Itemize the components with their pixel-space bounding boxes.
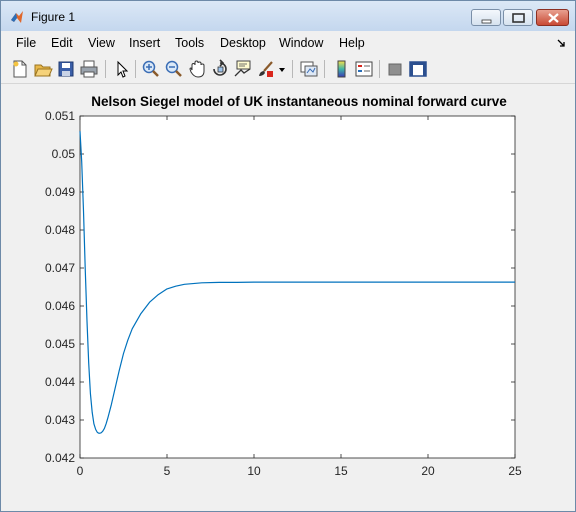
rotate-3d-icon[interactable] <box>210 59 230 79</box>
show-plot-tools-icon[interactable] <box>408 59 428 79</box>
menu-edit[interactable]: Edit <box>51 36 73 50</box>
pan-hand-icon[interactable] <box>187 59 207 79</box>
menu-tools[interactable]: Tools <box>175 36 204 50</box>
x-tick-label: 15 <box>334 464 348 478</box>
menu-insert[interactable]: Insert <box>129 36 160 50</box>
open-file-icon[interactable] <box>33 59 53 79</box>
toolbar-separator <box>292 60 293 78</box>
toolbar-separator <box>135 60 136 78</box>
x-tick-label: 20 <box>421 464 435 478</box>
menu-desktop[interactable]: Desktop <box>220 36 266 50</box>
close-button[interactable] <box>536 9 569 26</box>
y-tick-label: 0.043 <box>45 413 75 427</box>
print-icon[interactable] <box>79 59 99 79</box>
brush-dropdown-icon[interactable] <box>277 59 287 79</box>
minimize-button[interactable] <box>471 9 501 26</box>
zoom-in-icon[interactable] <box>141 59 161 79</box>
y-tick-label: 0.049 <box>45 185 75 199</box>
y-tick-label: 0.05 <box>52 147 76 161</box>
brush-icon[interactable] <box>256 59 276 79</box>
edit-plot-arrow-icon[interactable] <box>112 59 132 79</box>
menu-bar: File Edit View Insert Tools Desktop Wind… <box>1 32 575 54</box>
menu-window[interactable]: Window <box>279 36 323 50</box>
matlab-icon <box>10 10 24 24</box>
x-tick-label: 25 <box>508 464 522 478</box>
new-figure-icon[interactable] <box>10 59 30 79</box>
window-title: Figure 1 <box>31 10 76 24</box>
y-tick-label: 0.046 <box>45 299 75 313</box>
y-tick-label: 0.044 <box>45 375 75 389</box>
line-chart[interactable]: 0 5 10 15 20 25 0.042 0.043 0.044 0.045 0.046 0.047… <box>2 85 574 510</box>
maximize-button[interactable] <box>503 9 533 26</box>
y-tick-label: 0.045 <box>45 337 75 351</box>
y-tick-label: 0.047 <box>45 261 75 275</box>
title-bar[interactable]: Figure 1 <box>1 1 575 31</box>
x-tick-label: 5 <box>164 464 171 478</box>
menu-file[interactable]: File <box>16 36 36 50</box>
data-cursor-icon[interactable] <box>233 59 253 79</box>
y-tick-label: 0.042 <box>45 451 75 465</box>
colorbar-icon[interactable] <box>331 59 351 79</box>
save-icon[interactable] <box>56 59 76 79</box>
toolbar-separator <box>105 60 106 78</box>
plot-area[interactable] <box>80 116 515 458</box>
dock-arrow-icon[interactable] <box>557 39 566 50</box>
toolbar-separator <box>379 60 380 78</box>
toolbar-separator <box>324 60 325 78</box>
figure-toolbar <box>1 55 575 84</box>
x-tick-label: 0 <box>77 464 84 478</box>
menu-help[interactable]: Help <box>339 36 365 50</box>
menu-view[interactable]: View <box>88 36 115 50</box>
legend-icon[interactable] <box>354 59 374 79</box>
link-plot-icon[interactable] <box>299 59 319 79</box>
y-tick-label: 0.048 <box>45 223 75 237</box>
hide-plot-tools-icon[interactable] <box>385 59 405 79</box>
figure-window: Figure 1 File Edit View Insert Tools Des… <box>0 0 576 512</box>
zoom-out-icon[interactable] <box>164 59 184 79</box>
figure-canvas: Nelson Siegel model of UK instantaneous … <box>2 85 574 510</box>
y-tick-label: 0.051 <box>45 109 75 123</box>
x-tick-label: 10 <box>247 464 261 478</box>
